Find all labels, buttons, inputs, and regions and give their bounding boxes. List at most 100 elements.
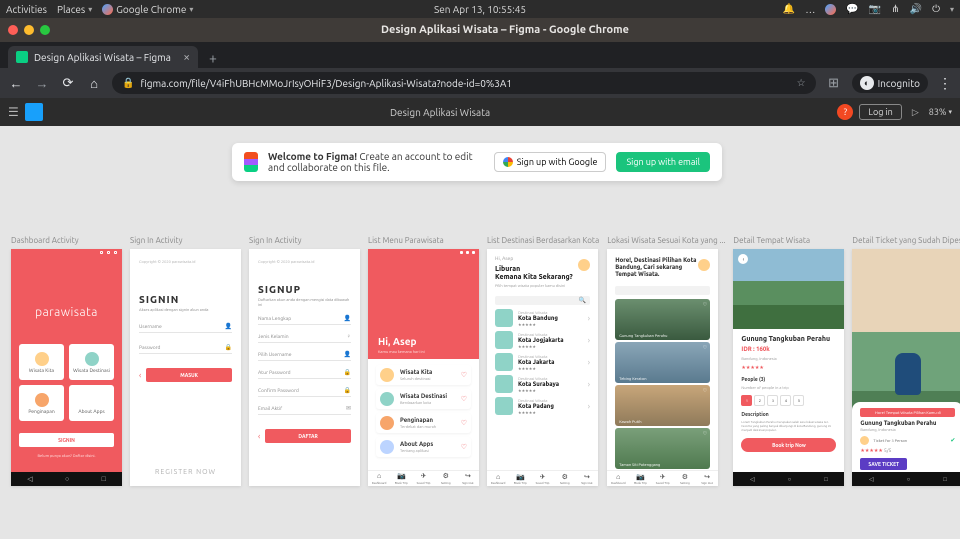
date-chip: 5 [793, 395, 804, 406]
system-menu-chevron-icon[interactable]: ▾ [950, 5, 954, 14]
signup-email-button[interactable]: Sign up with email [616, 152, 710, 172]
chevron-right-icon: › [588, 380, 590, 389]
window-title: Design Aplikasi Wisata – Figma - Google … [50, 24, 960, 36]
heart-icon: ♡ [461, 443, 467, 451]
check-icon: ✔ [950, 437, 955, 444]
text-field: Username👤 [139, 323, 232, 333]
tab-figma[interactable]: Design Aplikasi Wisata – Figma × [8, 46, 198, 68]
close-tab-icon[interactable]: × [183, 51, 190, 64]
avatar-icon [578, 259, 590, 271]
chrome-menu-button[interactable]: ⋮ [938, 75, 952, 92]
frame-label: Lokasi Wisata Sesuai Kota yang ... [607, 236, 725, 245]
signup-google-button[interactable]: Sign up with Google [494, 152, 607, 172]
figma-logo-icon[interactable] [25, 103, 43, 121]
heart-icon: ♡ [703, 387, 707, 394]
city-row: Destinasi WisataKota Jakarta★★★★★› [495, 353, 590, 371]
login-button[interactable]: Log in [859, 104, 901, 120]
destination-photo: Taman Siti Patenggang♡ [615, 428, 710, 469]
menu-row: About AppsTentang aplikasi♡ [376, 437, 471, 457]
frame-lokasi[interactable]: Lokasi Wisata Sesuai Kota yang ... Hore!… [607, 236, 725, 486]
network-icon[interactable]: ⋔ [891, 3, 899, 15]
incognito-badge[interactable]: ◐ Incognito [852, 73, 928, 93]
city-row: Destinasi WisataKota Bandung★★★★★› [495, 309, 590, 327]
menu-row: Wisata KitaSeluruh destinasi♡ [376, 365, 471, 385]
dashboard-card: Penginapan [19, 385, 64, 421]
destination-photo: Gunung Tangkuban Perahu♡ [615, 299, 710, 340]
os-top-bar: Activities Places▾ Google Chrome▾ Sen Ap… [0, 0, 960, 18]
frame-signin[interactable]: Sign In Activity Copyright © 2020 parawi… [130, 236, 241, 486]
register-link: REGISTER NOW [130, 468, 241, 476]
maximize-button[interactable] [40, 25, 50, 35]
close-button[interactable] [8, 25, 18, 35]
back-icon: ‹ [258, 432, 260, 441]
submit-button: MASUK [146, 368, 232, 382]
figma-canvas[interactable]: Welcome to Figma! Create an account to e… [0, 126, 960, 539]
extension-icon[interactable]: ⊞ [826, 76, 842, 91]
places-menu[interactable]: Places▾ [57, 4, 92, 15]
tray-app-icon[interactable] [825, 4, 836, 15]
power-icon[interactable]: ⏻ [932, 3, 940, 15]
heart-icon: ♡ [461, 419, 467, 427]
back-icon: ‹ [139, 371, 141, 380]
frame-detail-tempat[interactable]: Detail Tempat Wisata ‹ Gunung Tangkuban … [733, 236, 844, 486]
present-button[interactable]: ▷ [912, 107, 919, 118]
zoom-control[interactable]: 83%▾ [929, 107, 952, 117]
home-button[interactable]: ⌂ [86, 76, 102, 91]
frame-label: List Menu Parawisata [368, 236, 479, 245]
artboard: Hi, Asep Liburan Kemana Kita Sekarang? P… [487, 249, 598, 486]
frame-label: Detail Tempat Wisata [733, 236, 844, 245]
artboard: parawisata Wisata KitaWisata DestinasiPe… [11, 249, 122, 486]
date-chip: 2 [754, 395, 765, 406]
google-icon [503, 157, 513, 167]
help-button[interactable]: ? [837, 104, 853, 120]
city-row: Destinasi WisataKota Jogjakarta★★★★★› [495, 331, 590, 349]
chrome-tab-strip: Design Aplikasi Wisata – Figma × + [0, 42, 960, 68]
text-field: Pilih Username👤 [258, 351, 351, 361]
chevron-right-icon: › [588, 402, 590, 411]
figma-favicon-icon [16, 51, 28, 63]
clock[interactable]: Sen Apr 13, 10:55:45 [434, 4, 526, 15]
chrome-toolbar: ← → ⟳ ⌂ 🔒 figma.com/file/V4iFhUBHcMMoJrI… [0, 68, 960, 98]
frame-list-city[interactable]: List Destinasi Berdasarkan Kota Hi, Asep… [487, 236, 599, 486]
window-title-bar: Design Aplikasi Wisata – Figma - Google … [0, 18, 960, 42]
reload-button[interactable]: ⟳ [60, 76, 76, 91]
date-chip: 3 [767, 395, 778, 406]
search-input [615, 286, 710, 295]
frame-dashboard[interactable]: Dashboard Activity parawisata Wisata Kit… [11, 236, 122, 486]
avatar-icon [860, 436, 869, 445]
text-field: Confirm Password🔒 [258, 387, 351, 397]
more-indicator[interactable]: … [805, 4, 815, 15]
text-field: Nama Lengkap👤 [258, 315, 351, 325]
incognito-icon: ◐ [860, 76, 874, 90]
minimize-button[interactable] [24, 25, 34, 35]
frame-label: Dashboard Activity [11, 236, 122, 245]
dashboard-card: About Apps [69, 385, 114, 421]
search-icon: 🔍 [579, 297, 586, 304]
indicator-icon[interactable]: 🔔 [783, 3, 795, 15]
artboard: Hore!, Destinasi Pilihan Kota Bandung, C… [607, 249, 718, 486]
frame-signup[interactable]: Sign In Activity Copyright © 2020 parawi… [249, 236, 360, 486]
app-menu[interactable]: Google Chrome▾ [102, 4, 193, 15]
chrome-icon [102, 4, 113, 15]
frame-list-menu[interactable]: List Menu Parawisata Hi, Asep Kamu mau k… [368, 236, 479, 486]
android-navbar: ◁○□ [11, 472, 122, 486]
dashboard-card: Wisata Kita [19, 344, 64, 380]
nav-forward-button[interactable]: → [34, 76, 50, 91]
nav-back-button[interactable]: ← [8, 76, 24, 91]
camera-icon[interactable]: 📷 [869, 3, 881, 15]
bookmark-icon[interactable]: ☆ [797, 77, 806, 89]
new-tab-button[interactable]: + [202, 48, 224, 68]
address-bar[interactable]: 🔒 figma.com/file/V4iFhUBHcMMoJrIsyOHiF3/… [112, 72, 816, 94]
heart-icon: ♡ [703, 301, 707, 308]
figma-icon [244, 152, 258, 172]
chevron-down-icon: ▾ [948, 108, 952, 116]
text-field: Password🔒 [139, 344, 232, 354]
chevron-right-icon: › [588, 358, 590, 367]
activities-menu[interactable]: Activities [6, 4, 47, 15]
text-field: Atur Password🔒 [258, 369, 351, 379]
chat-icon[interactable]: 💬 [846, 3, 858, 15]
url-text: figma.com/file/V4iFhUBHcMMoJrIsyOHiF3/De… [140, 78, 790, 89]
sound-icon[interactable]: 🔊 [910, 3, 922, 15]
figma-menu-button[interactable]: ☰ [8, 105, 19, 119]
frame-detail-ticket[interactable]: Detail Ticket yang Sudah Dipesan Hore! T… [852, 236, 960, 486]
